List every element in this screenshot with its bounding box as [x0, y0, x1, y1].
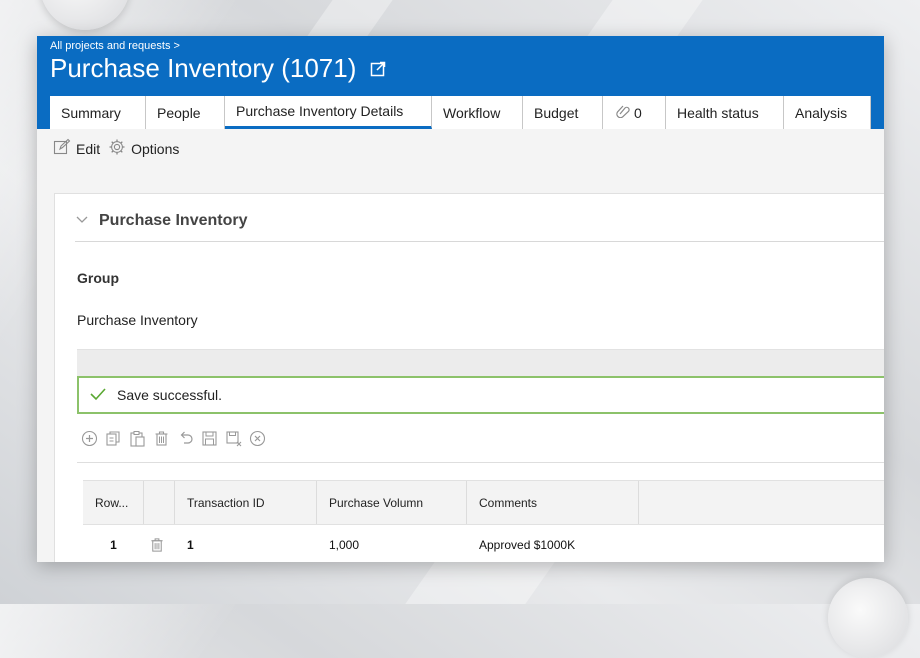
app-window: All projects and requests > Purchase Inv… [37, 36, 884, 562]
breadcrumb[interactable]: All projects and requests > [50, 40, 180, 52]
page-title-text: Purchase Inventory (1071) [50, 53, 357, 83]
cell-row-number: 1 [110, 538, 117, 552]
table-row[interactable]: 1 1 1,000 Approved $1000K [83, 525, 884, 562]
tab-analysis[interactable]: Analysis [784, 96, 871, 129]
external-link-icon[interactable] [370, 53, 387, 84]
grid-toolbar [81, 430, 273, 447]
row-delete-icon[interactable] [144, 525, 175, 562]
transactions-table: Row... Transaction ID Purchase Volumn Co… [83, 480, 884, 562]
group-label: Group [77, 270, 119, 286]
column-header-purchase-volume[interactable]: Purchase Volumn [317, 481, 467, 524]
tab-label: Budget [534, 104, 579, 121]
tab-label: Summary [61, 104, 121, 121]
save-icon[interactable] [201, 430, 218, 447]
edit-button[interactable]: Edit [76, 141, 100, 157]
divider [75, 241, 884, 242]
cancel-icon[interactable] [249, 430, 266, 447]
success-message-text: Save successful. [117, 387, 223, 403]
section-title: Purchase Inventory [99, 212, 248, 229]
background-stripe [405, 562, 555, 604]
chevron-down-icon[interactable] [75, 212, 89, 230]
column-header-actions [144, 481, 175, 524]
page-title: Purchase Inventory (1071) [50, 53, 387, 84]
undo-icon[interactable] [177, 430, 194, 447]
success-message: Save successful. [77, 376, 884, 414]
tab-label: Workflow [443, 104, 501, 121]
cell-comments[interactable]: Approved $1000K [467, 525, 639, 562]
copy-icon[interactable] [105, 430, 122, 447]
tab-purchase-inventory-details[interactable]: Purchase Inventory Details [225, 96, 432, 129]
tab-links[interactable]: 0 [603, 96, 666, 129]
column-header-filler [639, 481, 884, 524]
save-close-icon[interactable] [225, 430, 242, 447]
tab-people[interactable]: People [146, 96, 225, 129]
gear-icon[interactable] [108, 138, 126, 159]
group-value: Purchase Inventory [77, 312, 198, 328]
action-toolbar: Edit Options [53, 138, 179, 159]
tab-label: Analysis [795, 104, 848, 121]
cell-transaction-id[interactable]: 1 [175, 525, 317, 562]
options-button[interactable]: Options [131, 141, 179, 157]
tab-bar: Summary People Purchase Inventory Detail… [50, 96, 871, 129]
add-icon[interactable] [81, 430, 98, 447]
edit-icon[interactable] [53, 138, 71, 159]
grid-header-bar [77, 349, 884, 376]
column-header-comments[interactable]: Comments [467, 481, 639, 524]
background-stripe [307, 0, 393, 36]
table-header-row: Row... Transaction ID Purchase Volumn Co… [83, 480, 884, 525]
tab-label: Purchase Inventory Details [236, 103, 404, 119]
details-card: Purchase Inventory Group Purchase Invent… [54, 193, 884, 562]
divider [77, 462, 884, 463]
paste-icon[interactable] [129, 430, 146, 447]
cell-filler [639, 525, 884, 562]
tab-label: 0 [634, 104, 642, 121]
page-header: All projects and requests > Purchase Inv… [37, 36, 884, 129]
background-decoration [828, 578, 908, 658]
cell-purchase-volume[interactable]: 1,000 [317, 525, 467, 562]
background-decoration [40, 0, 130, 30]
tab-workflow[interactable]: Workflow [432, 96, 523, 129]
tab-label: People [157, 104, 201, 121]
section-header[interactable]: Purchase Inventory [75, 212, 248, 230]
delete-icon[interactable] [153, 430, 170, 447]
tab-summary[interactable]: Summary [50, 96, 146, 129]
tab-health-status[interactable]: Health status [666, 96, 784, 129]
column-header-row-number[interactable]: Row... [83, 481, 144, 524]
column-header-transaction-id[interactable]: Transaction ID [175, 481, 317, 524]
background-stripe [587, 0, 703, 36]
tab-label: Health status [677, 104, 759, 121]
link-icon [614, 104, 630, 121]
tab-budget[interactable]: Budget [523, 96, 603, 129]
checkmark-icon [89, 387, 107, 404]
